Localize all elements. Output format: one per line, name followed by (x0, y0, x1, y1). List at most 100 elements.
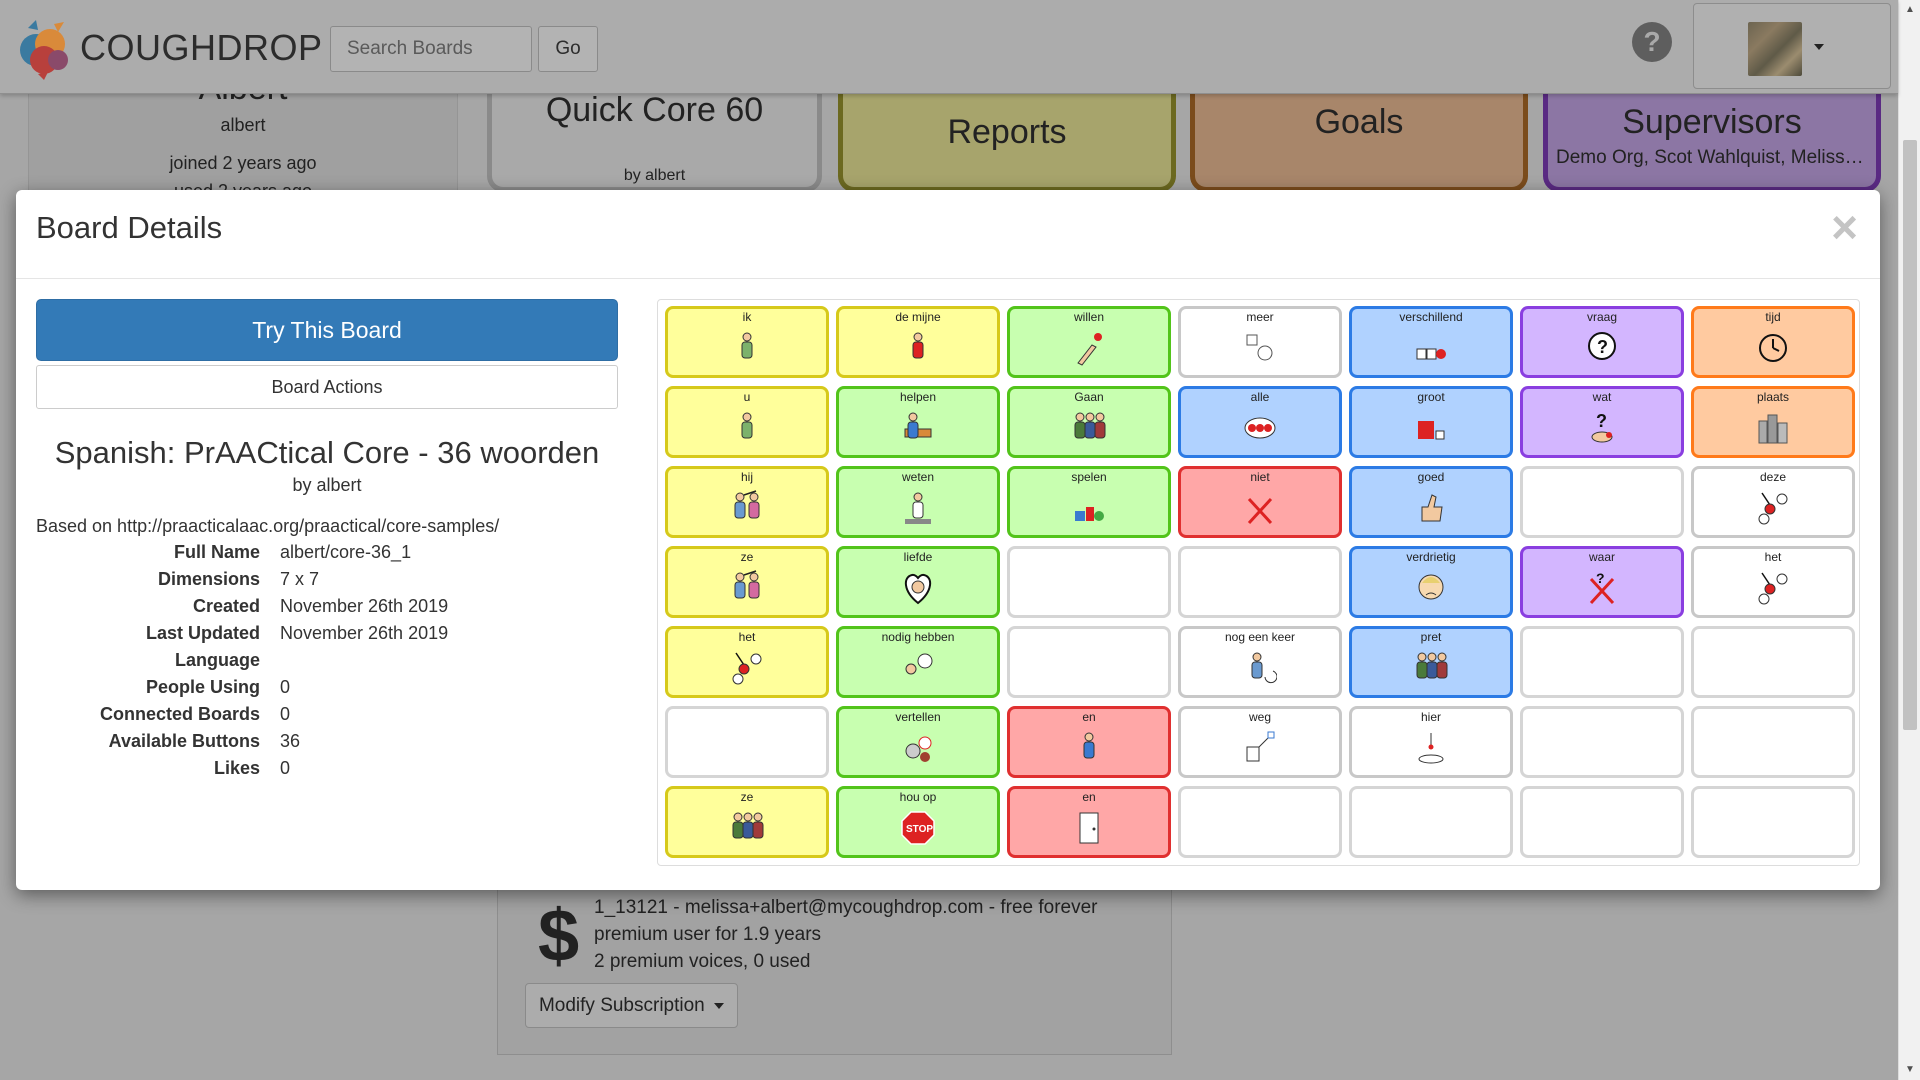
person-blue-icon (1083, 732, 1095, 759)
board-button-label: de mijne (895, 310, 941, 324)
board-button-label: hou op (899, 790, 937, 804)
question-hand-icon: ? (1591, 411, 1613, 443)
board-button[interactable]: willen (1007, 306, 1171, 378)
board-button-label: het (1764, 550, 1782, 564)
search-go-button[interactable]: Go (538, 26, 598, 72)
board-button[interactable]: het (1691, 546, 1855, 618)
board-button-label: ze (740, 550, 754, 564)
search-boards-input[interactable]: Search Boards (330, 26, 532, 72)
away-icon (1246, 731, 1275, 762)
detail-row: Dimensions 7 x 7 (36, 569, 618, 596)
board-button[interactable]: u (665, 386, 829, 458)
board-button[interactable]: waar? (1520, 546, 1684, 618)
board-button[interactable]: de mijne (836, 306, 1000, 378)
board-author: by albert (292, 475, 362, 495)
board-button[interactable]: wat? (1520, 386, 1684, 458)
walking-people-icon (1074, 412, 1106, 439)
scroll-up-icon[interactable]: ▲ (1899, 0, 1920, 20)
close-icon[interactable]: × (1831, 204, 1858, 250)
tile-title: Goals (1314, 103, 1404, 141)
try-this-board-button[interactable]: Try This Board (36, 299, 618, 361)
board-button[interactable]: en (1007, 786, 1171, 858)
board-button-label: u (743, 390, 751, 404)
detail-label: Created (192, 596, 260, 616)
detail-row: Available Buttons 36 (36, 731, 618, 758)
board-button[interactable]: pret (1349, 626, 1513, 698)
telling-icon (905, 736, 932, 762)
detail-row: Last Updated November 26th 2019 (36, 623, 618, 650)
shapes-icon (1416, 348, 1446, 360)
board-button[interactable]: deze (1691, 466, 1855, 538)
board-button[interactable]: het (665, 626, 829, 698)
board-description: Based on http://praacticalaac.org/praact… (36, 516, 500, 536)
svg-text:?: ? (1597, 337, 1608, 357)
board-button[interactable]: hou op STOP (836, 786, 1000, 858)
subscription-line: 1_13121 - melissa+albert@mycoughdrop.com… (594, 897, 1098, 918)
board-button[interactable]: spelen (1007, 466, 1171, 538)
tile-subtitle: by albert (623, 167, 686, 184)
board-button[interactable]: groot (1349, 386, 1513, 458)
board-name: Spanish: PrAACtical Core - 36 woorden (54, 435, 600, 470)
board-button[interactable]: plaats (1691, 386, 1855, 458)
tile-title: Supervisors (1622, 103, 1802, 141)
board-button[interactable]: ze (665, 546, 829, 618)
coughdrop-logo-icon[interactable] (14, 16, 76, 80)
detail-label: Likes (213, 758, 260, 778)
board-button[interactable]: niet (1178, 466, 1342, 538)
board-button[interactable]: nodig hebben (836, 626, 1000, 698)
help-icon[interactable]: ? (1632, 22, 1672, 62)
board-button-empty (1178, 786, 1342, 858)
detail-row: Full Name albert/core-36_1 (36, 542, 618, 569)
heart-face-icon (904, 573, 932, 605)
scroll-down-icon[interactable]: ▼ (1899, 1060, 1920, 1080)
board-button-label: vraag (1586, 310, 1618, 324)
board-button-label: niet (1250, 470, 1270, 484)
board-button[interactable]: verdrietig (1349, 546, 1513, 618)
board-button[interactable]: alle (1178, 386, 1342, 458)
board-actions-button[interactable]: Board Actions (36, 365, 618, 409)
board-button[interactable]: ze (665, 786, 829, 858)
board-button[interactable]: hier (1349, 706, 1513, 778)
board-button-empty (1691, 786, 1855, 858)
detail-value: 7 x 7 (280, 569, 320, 589)
avatar (1748, 22, 1802, 76)
board-button[interactable]: nog een keer (1178, 626, 1342, 698)
board-button-label: waar (1588, 550, 1615, 564)
subscription-line: premium user for 1.9 years (594, 924, 822, 945)
board-button[interactable]: helpen (836, 386, 1000, 458)
detail-row: Likes 0 (36, 758, 618, 785)
board-button-label: Gaan (1074, 390, 1104, 404)
board-button[interactable]: tijd (1691, 306, 1855, 378)
board-button-label: pret (1420, 630, 1442, 644)
user-menu-button[interactable] (1693, 3, 1891, 89)
scrollbar-thumb[interactable] (1903, 140, 1917, 730)
modify-subscription-button[interactable]: Modify Subscription (525, 983, 738, 1028)
person-icon (741, 332, 753, 359)
board-details-modal: Board Details × Try This Board Board Act… (16, 190, 1880, 890)
board-button-label: wat (1592, 390, 1612, 404)
board-button[interactable]: vertellen (836, 706, 1000, 778)
board-button[interactable]: liefde (836, 546, 1000, 618)
board-button[interactable]: en (1007, 706, 1171, 778)
board-button[interactable]: goed (1349, 466, 1513, 538)
board-button[interactable]: vraag? (1520, 306, 1684, 378)
board-info-column: Try This Board Board Actions Spanish: Pr… (36, 299, 618, 785)
detail-label: Language (174, 650, 260, 670)
board-button[interactable]: verschillend (1349, 306, 1513, 378)
page-scrollbar[interactable]: ▲ ▼ (1898, 0, 1920, 1080)
big-square-icon (1418, 421, 1445, 440)
board-button[interactable]: ik (665, 306, 829, 378)
board-button[interactable]: weten (836, 466, 1000, 538)
board-button[interactable]: hij (665, 466, 829, 538)
board-button-label: weg (1248, 710, 1271, 724)
board-button[interactable]: Gaan (1007, 386, 1171, 458)
person-icon (741, 412, 753, 439)
board-button[interactable]: weg (1178, 706, 1342, 778)
detail-row: Connected Boards 0 (36, 704, 618, 731)
subscription-line: 2 premium voices, 0 used (594, 951, 811, 972)
profile-username: albert (220, 115, 266, 135)
detail-value: 36 (280, 731, 301, 751)
board-button-label: spelen (1071, 470, 1107, 484)
brand-name[interactable]: COUGHDROP (80, 27, 323, 69)
board-button[interactable]: meer (1178, 306, 1342, 378)
